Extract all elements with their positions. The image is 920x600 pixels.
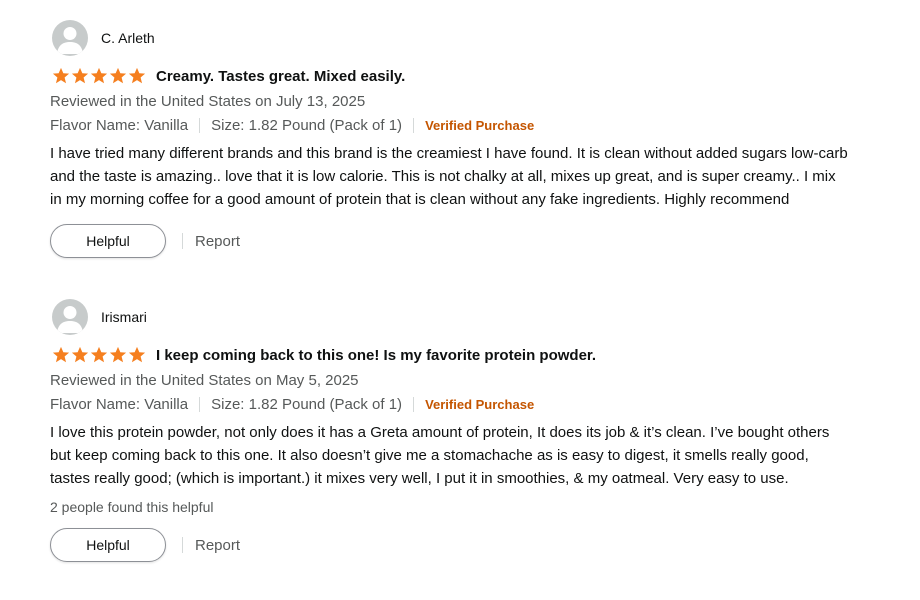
flavor-name[interactable]: Flavor Name: Vanilla bbox=[50, 117, 188, 134]
divider bbox=[199, 397, 201, 412]
flavor-name[interactable]: Flavor Name: Vanilla bbox=[50, 396, 188, 413]
star-icon bbox=[109, 67, 127, 84]
helpful-button[interactable]: Helpful bbox=[50, 224, 166, 258]
reviewer-profile[interactable]: Irismari bbox=[50, 298, 870, 336]
report-link[interactable]: Report bbox=[195, 233, 240, 250]
user-icon bbox=[57, 27, 83, 54]
verified-purchase-badge: Verified Purchase bbox=[425, 118, 535, 133]
verified-purchase-badge: Verified Purchase bbox=[425, 397, 535, 412]
review-title[interactable]: I keep coming back to this one! Is my fa… bbox=[156, 347, 596, 364]
star-icon bbox=[52, 346, 70, 363]
divider bbox=[199, 118, 201, 133]
star-icon bbox=[90, 346, 108, 363]
report-link[interactable]: Report bbox=[195, 537, 240, 554]
reviewer-name[interactable]: C. Arleth bbox=[101, 30, 155, 46]
divider bbox=[413, 118, 415, 133]
avatar bbox=[52, 20, 88, 56]
size-name[interactable]: Size: 1.82 Pound (Pack of 1) bbox=[211, 396, 402, 413]
divider bbox=[182, 537, 183, 553]
review-body: I have tried many different brands and t… bbox=[50, 145, 848, 208]
review-format-strip: Flavor Name: Vanilla Size: 1.82 Pound (P… bbox=[50, 116, 870, 135]
review-actions: Helpful Report bbox=[50, 528, 870, 562]
review-date: Reviewed in the United States on July 13… bbox=[50, 93, 366, 110]
helpful-count: 2 people found this helpful bbox=[50, 499, 214, 515]
review-card: C. Arleth Creamy. Tastes great. Mixed ea… bbox=[50, 19, 870, 258]
review-actions: Helpful Report bbox=[50, 224, 870, 258]
star-icon bbox=[71, 67, 89, 84]
review-card: Irismari I keep coming back to this one!… bbox=[50, 298, 870, 562]
reviewer-profile[interactable]: C. Arleth bbox=[50, 19, 870, 57]
star-icon bbox=[128, 346, 146, 363]
star-rating[interactable] bbox=[52, 67, 146, 85]
size-name[interactable]: Size: 1.82 Pound (Pack of 1) bbox=[211, 117, 402, 134]
star-icon bbox=[90, 67, 108, 84]
reviewer-name[interactable]: Irismari bbox=[101, 309, 147, 325]
star-icon bbox=[128, 67, 146, 84]
divider bbox=[413, 397, 415, 412]
star-icon bbox=[71, 346, 89, 363]
star-icon bbox=[52, 67, 70, 84]
star-icon bbox=[109, 346, 127, 363]
review-body: I love this protein powder, not only doe… bbox=[50, 424, 830, 487]
user-icon bbox=[57, 306, 83, 333]
avatar bbox=[52, 299, 88, 335]
helpful-button[interactable]: Helpful bbox=[50, 528, 166, 562]
star-rating[interactable] bbox=[52, 346, 146, 364]
review-date: Reviewed in the United States on May 5, … bbox=[50, 372, 359, 389]
divider bbox=[182, 233, 183, 249]
review-format-strip: Flavor Name: Vanilla Size: 1.82 Pound (P… bbox=[50, 395, 870, 414]
review-title[interactable]: Creamy. Tastes great. Mixed easily. bbox=[156, 68, 405, 85]
